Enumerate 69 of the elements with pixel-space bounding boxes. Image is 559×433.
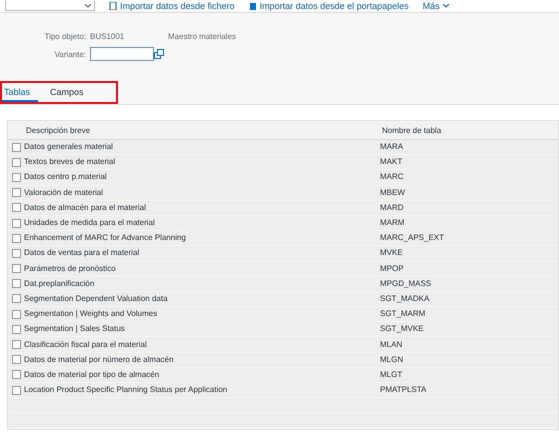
row-checkbox[interactable] (12, 248, 21, 258)
table-cell-text: Textos breves de material (23, 156, 116, 168)
row-checkbox[interactable] (12, 264, 21, 274)
table-cell-text: MARC_APS_EXT (379, 232, 446, 244)
column-header: Descripción breve (25, 126, 92, 134)
table-cell-text: MLAN (379, 338, 404, 351)
table-cell-text: Segmentation | Sales Status (23, 323, 126, 336)
table-cell-text: Datos generales material (23, 141, 114, 154)
document-icon (109, 2, 117, 10)
row-checkbox[interactable] (12, 294, 21, 304)
table-cell-text: Datos de material por número de almacén (23, 354, 174, 366)
row-checkbox[interactable] (12, 310, 21, 319)
table-cell-text: MLGT (379, 368, 404, 381)
chevron-down-icon (85, 4, 91, 8)
field-label: Tipo objeto: (43, 32, 87, 40)
table-cell-text: Enhancement of MARC for Advance Planning (23, 232, 187, 244)
column-header: Nombre de tabla (381, 126, 442, 134)
table-cell-text: MARM (379, 217, 406, 230)
row-checkbox[interactable] (12, 158, 21, 167)
table-cell-text: MLGN (379, 354, 404, 366)
table-cell-text: Unidades de medida para el material (23, 217, 156, 230)
table-cell-text: Clasificación fiscal para el material (23, 338, 148, 351)
table-cell-text: Dat.preplanificación (23, 278, 96, 290)
row-checkbox[interactable] (12, 234, 21, 243)
chevron-down-icon (442, 4, 449, 8)
row-checkbox[interactable] (12, 218, 21, 228)
row-checkbox[interactable] (12, 142, 21, 152)
tab[interactable]: Tablas (2, 83, 38, 102)
row-checkbox[interactable] (12, 340, 21, 350)
table-cell-text: MARC (379, 171, 405, 184)
clipboard-icon (248, 2, 257, 10)
table-cell-text: Datos de material por tipo de almacén (23, 368, 160, 381)
table-cell-text: MAKT (379, 156, 404, 168)
table-cell-text: SGT_MVKE (379, 323, 425, 336)
field-value: Maestro materiales (168, 32, 236, 40)
variant-field[interactable] (90, 47, 154, 61)
import-button[interactable]: Importar datos desde fichero (109, 1, 235, 11)
table-cell-text: PMATPLSTA (379, 384, 428, 396)
tab[interactable]: Campos (48, 83, 92, 102)
import-button[interactable]: Importar datos desde el portapapeles (248, 1, 409, 11)
table-cell-text: Location Product Specific Planning Status per Application (23, 384, 228, 396)
field-label: Variante: (54, 50, 87, 58)
field-value: BUS1001 (90, 32, 126, 40)
table-cell-text: SGT_MARM (379, 308, 426, 320)
table-cell-text: SGT_MADKA (379, 292, 430, 305)
table-cell-text: MARA (379, 141, 404, 154)
row-checkbox[interactable] (12, 172, 21, 182)
table-cell-text: Datos de ventas para el material (23, 247, 140, 260)
table-cell-text: MPGD_MASS (379, 278, 432, 290)
table-cell-text: Parámetros de pronóstico (23, 262, 117, 275)
table-cell-text: Datos centro p.material (23, 171, 108, 184)
row-checkbox[interactable] (12, 188, 21, 198)
table-cell-text: MVKE (379, 247, 404, 260)
row-checkbox[interactable] (12, 386, 21, 395)
row-checkbox[interactable] (12, 279, 21, 288)
table-cell-text: MARD (379, 202, 405, 214)
table-cell-text: MPOP (379, 262, 405, 275)
table-cell-text: Segmentation Dependent Valuation data (23, 292, 169, 305)
table-cell-text: Datos de almacén para el material (23, 202, 147, 214)
table-cell-text: Valoración de material (23, 186, 104, 199)
table-cell-text: MBEW (379, 186, 406, 199)
dropdown-field[interactable] (5, 1, 95, 11)
value-help-icon (154, 48, 164, 60)
row-checkbox[interactable] (12, 355, 21, 364)
row-checkbox[interactable] (12, 324, 21, 334)
more-button[interactable]: Más (422, 1, 449, 11)
row-checkbox[interactable] (12, 370, 21, 380)
row-checkbox[interactable] (12, 203, 21, 212)
table-cell-text: Segmentation | Weights and Volumes (23, 308, 158, 320)
